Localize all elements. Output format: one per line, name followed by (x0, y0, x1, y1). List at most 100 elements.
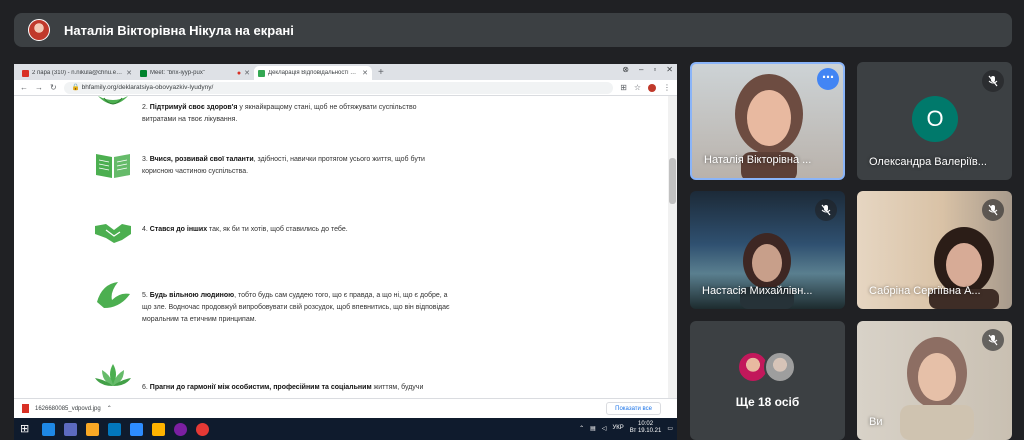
participant-tile-oleksandra[interactable]: О Олександра Валеріїв... (857, 62, 1012, 180)
scrollbar-thumb[interactable] (669, 158, 676, 204)
presenter-title: Наталія Вікторівна Нікула на екрані (64, 22, 294, 38)
mic-off-icon (982, 70, 1004, 92)
item-title: Прагни до гармонії між особистим, профес… (149, 384, 372, 391)
minimize-icon[interactable]: – (639, 65, 643, 74)
language-indicator[interactable]: УКР (612, 425, 623, 431)
bird-icon (97, 282, 130, 308)
tab-label: Meet: "bnx-iyyp-pux" (150, 70, 205, 76)
participant-name: Наталія Вікторівна ... (704, 154, 812, 166)
clock-date: Вт 19.10.21 (629, 428, 662, 434)
more-participants-label: Ще 18 осіб (735, 395, 800, 409)
tab-label: Декларація Відповідальності Людини (268, 70, 359, 76)
item-title: Стався до інших (149, 226, 208, 233)
close-icon[interactable]: ✕ (362, 69, 368, 77)
browser-tab-strip: 2 пара (310) - n.nikula@chnu.edu.ua ✕ Me… (14, 64, 677, 80)
web-page-content: 2. Підтримуй своє здоров'я у якнайкращом… (14, 96, 677, 398)
presenter-banner: Наталія Вікторівна Нікула на екрані (14, 13, 1012, 47)
item-number: 3. (142, 156, 150, 163)
more-options-icon[interactable]: ⋯ (817, 68, 839, 90)
item-title: Підтримуй своє здоров'я (149, 104, 238, 111)
handshake-icon (95, 224, 131, 243)
item-text: так, як би ти хотів, щоб ставились до те… (207, 226, 348, 233)
maximize-icon[interactable]: ▫ (653, 65, 656, 74)
zoom-icon[interactable] (130, 422, 143, 436)
book-icon (96, 154, 130, 178)
mic-off-icon (982, 329, 1004, 351)
clock-time: 10:02 (638, 421, 654, 427)
viber-icon[interactable] (174, 422, 187, 436)
windows-taskbar: ⊞ ⌃ ▤ ◁ УКР 10:02 Вт 19.10.21 ▭ (14, 418, 677, 440)
tab-label: 2 пара (310) - n.nikula@chnu.edu.ua (32, 70, 124, 76)
windows-start-icon[interactable]: ⊞ (20, 423, 33, 436)
url-text: bhfamily.org/deklaratsiya-obovyazkiv-lyu… (81, 83, 214, 91)
gmail-icon (22, 69, 29, 77)
participant-tile-sabrina[interactable]: Сабріна Сергіївна А... (857, 191, 1012, 309)
edge-icon[interactable] (42, 422, 55, 436)
participant-video (740, 233, 794, 309)
volume-icon[interactable]: ◁ (602, 425, 607, 432)
forward-icon[interactable]: → (35, 83, 43, 92)
presenter-avatar (28, 19, 50, 41)
participant-name: Сабріна Сергіївна А... (869, 285, 981, 297)
profile-icon[interactable]: ⊗ (622, 65, 629, 74)
new-tab-icon[interactable]: + (378, 66, 384, 80)
download-item[interactable]: 1626680085_vdpovd.jpg (35, 406, 101, 412)
browser-tab-gmail[interactable]: 2 пара (310) - n.nikula@chnu.edu.ua ✕ (18, 66, 136, 80)
browser-tab-meet[interactable]: Meet: "bnx-iyyp-pux" ● ✕ (136, 66, 254, 80)
back-icon[interactable]: ← (20, 83, 28, 92)
mic-off-icon (982, 199, 1004, 221)
notifications-icon[interactable]: ▭ (667, 425, 673, 432)
participant-name: Ви (869, 416, 883, 428)
chevron-up-icon[interactable]: ⌃ (107, 405, 112, 412)
chrome-icon[interactable] (196, 422, 209, 436)
list-item: 6. Прагни до гармонії між особистим, про… (14, 352, 654, 398)
show-all-button[interactable]: Показати все (606, 402, 661, 415)
item-number: 4. (142, 226, 150, 233)
list-item: 4. Стався до інших так, як би ти хотів, … (14, 216, 654, 256)
extension-icon[interactable] (648, 83, 656, 92)
explorer-icon[interactable] (152, 422, 165, 436)
item-number: 2. (142, 104, 150, 111)
close-icon[interactable]: ✕ (244, 69, 250, 77)
list-item: 5. Будь вільною людиною, тобто будь сам … (14, 276, 654, 336)
lotus-icon (95, 364, 131, 386)
star-icon[interactable]: ☆ (634, 83, 641, 92)
window-controls: ⊗ – ▫ ✕ (622, 65, 673, 74)
list-item: 3. Вчися, розвивай свої таланти, здібнос… (14, 150, 654, 200)
clock[interactable]: 10:02 Вт 19.10.21 (630, 421, 662, 435)
avatar (764, 351, 796, 383)
network-icon[interactable]: ▤ (590, 425, 596, 432)
folder-icon[interactable] (86, 422, 99, 436)
menu-icon[interactable]: ⋮ (663, 83, 671, 92)
meet-icon (140, 69, 147, 77)
close-icon[interactable]: ✕ (126, 69, 132, 77)
item-text: життям, будучи (371, 384, 424, 391)
shared-screen: 2 пара (310) - n.nikula@chnu.edu.ua ✕ Me… (14, 64, 677, 418)
recording-icon: ● (236, 69, 242, 77)
participant-name: Олександра Валеріїв... (869, 156, 987, 168)
participant-tile-nastasiia[interactable]: Настасія Михайлівн... (690, 191, 845, 309)
browser-tab-declaration[interactable]: Декларація Відповідальності Людини ✕ (254, 66, 372, 80)
mic-off-icon (815, 199, 837, 221)
participant-tile-presenter[interactable]: ⋯ Наталія Вікторівна ... (690, 62, 845, 180)
mail-icon[interactable] (108, 422, 121, 436)
reload-icon[interactable]: ↻ (50, 83, 57, 92)
store-icon[interactable] (64, 422, 77, 436)
system-tray: ⌃ ▤ ◁ УКР 10:02 Вт 19.10.21 ▭ (579, 421, 673, 435)
item-number: 5. (142, 292, 150, 299)
participant-video (900, 337, 974, 440)
list-item: 2. Підтримуй своє здоров'я у якнайкращом… (14, 96, 654, 132)
page-scrollbar[interactable] (668, 96, 677, 398)
url-field[interactable]: 🔒 bhfamily.org/deklaratsiya-obovyazkiv-l… (63, 81, 614, 94)
participant-name: Настасія Михайлівн... (702, 285, 813, 297)
item-number: 6. (142, 384, 150, 391)
item-title: Вчися, розвивай свої таланти (149, 156, 254, 163)
translate-icon[interactable]: ⊞ (620, 83, 627, 92)
tray-chevron-icon[interactable]: ⌃ (579, 425, 584, 432)
leaf-icon (98, 96, 128, 105)
participant-tile-more[interactable]: Ще 18 осіб (690, 321, 845, 440)
window-close-icon[interactable]: ✕ (666, 65, 673, 74)
site-icon (258, 69, 265, 77)
participant-tile-self[interactable]: Ви (857, 321, 1012, 440)
address-bar: ← → ↻ 🔒 bhfamily.org/deklaratsiya-obovya… (14, 80, 677, 96)
